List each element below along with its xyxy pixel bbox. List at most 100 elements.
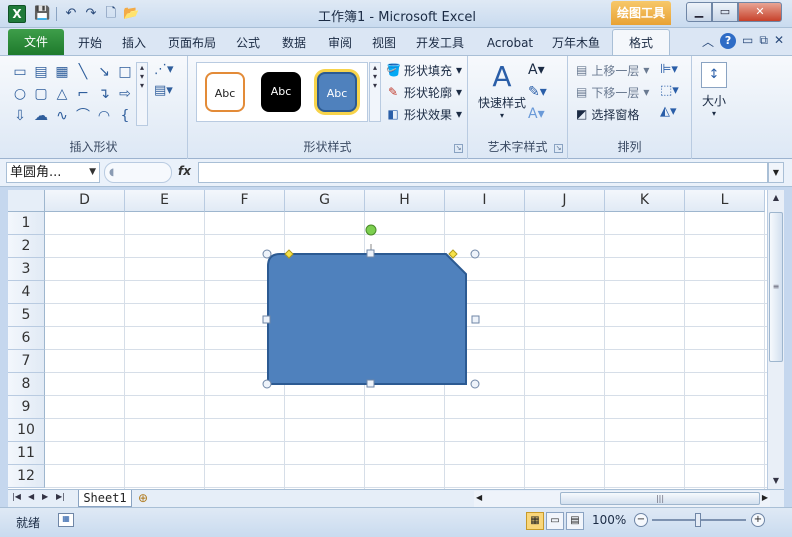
down-arrow-shape-icon[interactable]: ⇩: [10, 106, 30, 127]
redo-icon[interactable]: ↷: [83, 6, 99, 22]
scroll-down-icon[interactable]: ▼: [768, 473, 784, 489]
row-header[interactable]: 2: [8, 235, 45, 258]
zoom-level[interactable]: 100%: [592, 513, 626, 527]
minimize-button[interactable]: ▁: [686, 2, 712, 22]
group-objects-icon[interactable]: ⬚▾: [660, 83, 679, 98]
resize-handle-top-left[interactable]: [262, 249, 272, 259]
horizontal-scrollbar[interactable]: ◀ ||| ▶: [474, 491, 770, 507]
horizontal-scroll-thumb[interactable]: |||: [560, 492, 760, 505]
rotation-handle[interactable]: [365, 224, 377, 236]
maximize-button[interactable]: ▭: [712, 2, 738, 22]
excel-logo-icon[interactable]: X: [8, 5, 26, 23]
oval-shape-icon[interactable]: ○: [10, 84, 30, 105]
elbow-connector-shape-icon[interactable]: ⌐: [73, 84, 93, 105]
open-folder-icon[interactable]: 📂: [123, 6, 139, 22]
row-header[interactable]: 12: [8, 465, 45, 488]
tab-file[interactable]: 文件: [8, 29, 64, 55]
macro-record-icon[interactable]: ▦: [58, 513, 74, 527]
insert-sheet-icon[interactable]: ⊕: [138, 491, 148, 505]
row-header[interactable]: 8: [8, 373, 45, 396]
select-all-corner[interactable]: [8, 190, 45, 212]
workbook-close-icon[interactable]: ✕: [774, 33, 784, 50]
image-textbox-shape-icon[interactable]: ▦: [52, 62, 72, 83]
size-button[interactable]: ↕ 大小 ▾: [694, 60, 734, 118]
rounded-rect-shape-icon[interactable]: ▢: [31, 84, 51, 105]
triangle-shape-icon[interactable]: △: [52, 84, 72, 105]
save-icon[interactable]: 💾: [34, 6, 50, 22]
undo-icon[interactable]: ↶: [63, 6, 79, 22]
column-header[interactable]: F: [205, 190, 285, 212]
shape-style-preset-black[interactable]: Abc: [261, 72, 301, 112]
column-header[interactable]: L: [685, 190, 765, 212]
tab-developer[interactable]: 开发工具: [410, 32, 470, 54]
normal-view-icon[interactable]: ▦: [526, 512, 544, 530]
column-header[interactable]: H: [365, 190, 445, 212]
resize-handle-top[interactable]: [366, 249, 375, 258]
column-header[interactable]: E: [125, 190, 205, 212]
shapes-gallery-scroll[interactable]: ▴ ▾ ▾: [136, 62, 148, 126]
row-header[interactable]: 7: [8, 350, 45, 373]
resize-handle-left[interactable]: [262, 315, 271, 324]
scroll-up-icon[interactable]: ▲: [768, 190, 784, 206]
workbook-minimize-icon[interactable]: ▭: [742, 33, 753, 50]
formula-input[interactable]: [198, 162, 768, 183]
shape-style-preset-blue[interactable]: Abc: [317, 72, 357, 112]
first-sheet-icon[interactable]: |◀: [12, 492, 21, 501]
textbox-shape-icon[interactable]: ▭: [10, 62, 30, 83]
shape-effects-button[interactable]: ◧ 形状效果 ▾: [386, 106, 462, 122]
help-icon[interactable]: ?: [720, 33, 737, 49]
column-header[interactable]: G: [285, 190, 365, 212]
row-header[interactable]: 6: [8, 327, 45, 350]
minimize-ribbon-icon[interactable]: ︿: [702, 33, 714, 50]
row-header[interactable]: 5: [8, 304, 45, 327]
elbow-arrow-shape-icon[interactable]: ↴: [94, 84, 114, 105]
tab-home[interactable]: 开始: [72, 32, 108, 54]
name-box-dropdown-icon[interactable]: ▼: [89, 163, 96, 182]
next-sheet-icon[interactable]: ▶: [42, 492, 48, 501]
rectangle-shape-icon[interactable]: □: [115, 62, 135, 83]
arrow-line-shape-icon[interactable]: ↘: [94, 62, 114, 83]
tab-page-layout[interactable]: 页面布局: [162, 32, 222, 54]
text-outline-icon[interactable]: ✎▾: [528, 84, 547, 100]
row-header[interactable]: 1: [8, 212, 45, 235]
new-file-icon[interactable]: 🗋: [103, 6, 119, 22]
zoom-slider-thumb[interactable]: [695, 513, 701, 527]
worksheet-grid[interactable]: DEFGHIJKL 1 2 3 4 5 6 7 8 9 10 11 12: [8, 190, 767, 489]
resize-handle-bottom-left[interactable]: [262, 379, 272, 389]
formula-bar-splitter[interactable]: ◖: [104, 162, 172, 183]
style-gallery-scroll[interactable]: ▴ ▾ ▾: [369, 62, 381, 122]
zoom-in-icon[interactable]: +: [751, 513, 765, 527]
send-backward-button[interactable]: ▤ 下移一层 ▾: [576, 84, 649, 100]
brace-shape-icon[interactable]: {: [115, 106, 135, 127]
column-header[interactable]: K: [605, 190, 685, 212]
vertical-scrollbar[interactable]: ▲ ≡ ▼: [767, 190, 784, 489]
selection-pane-button[interactable]: ◩ 选择窗格: [576, 106, 649, 122]
right-arrow-shape-icon[interactable]: ⇨: [115, 84, 135, 105]
sheet-tab-sheet1[interactable]: Sheet1: [78, 490, 132, 507]
rounded-snip-rectangle-shape[interactable]: [267, 253, 467, 385]
insert-function-icon[interactable]: fx: [178, 164, 191, 178]
column-header[interactable]: J: [525, 190, 605, 212]
workbook-restore-icon[interactable]: ⧉: [759, 33, 768, 50]
tab-view[interactable]: 视图: [366, 32, 402, 54]
shape-outline-button[interactable]: ✎ 形状轮廓 ▾: [386, 84, 462, 100]
scribble-shape-icon[interactable]: ∿: [52, 106, 72, 127]
vertical-textbox-shape-icon[interactable]: ▤: [31, 62, 51, 83]
curve-shape-icon[interactable]: ⌒: [73, 106, 93, 127]
shape-styles-launcher-icon[interactable]: ↘: [454, 144, 463, 153]
resize-handle-top-right[interactable]: [470, 249, 480, 259]
resize-handle-right[interactable]: [471, 315, 480, 324]
tab-wannianmuyu[interactable]: 万年木鱼: [546, 32, 606, 54]
rotate-icon[interactable]: ◭▾: [660, 104, 679, 119]
name-box[interactable]: 单圆角... ▼: [6, 162, 100, 183]
bring-forward-button[interactable]: ▤ 上移一层 ▾: [576, 62, 649, 78]
close-button[interactable]: ✕: [738, 2, 782, 22]
tab-formulas[interactable]: 公式: [230, 32, 266, 54]
row-header[interactable]: 4: [8, 281, 45, 304]
tab-acrobat[interactable]: Acrobat: [480, 32, 540, 54]
line-shape-icon[interactable]: ╲: [73, 62, 93, 83]
tab-format[interactable]: 格式: [612, 29, 670, 56]
tab-insert[interactable]: 插入: [116, 32, 152, 54]
prev-sheet-icon[interactable]: ◀: [28, 492, 34, 501]
selected-shape[interactable]: [258, 224, 498, 406]
